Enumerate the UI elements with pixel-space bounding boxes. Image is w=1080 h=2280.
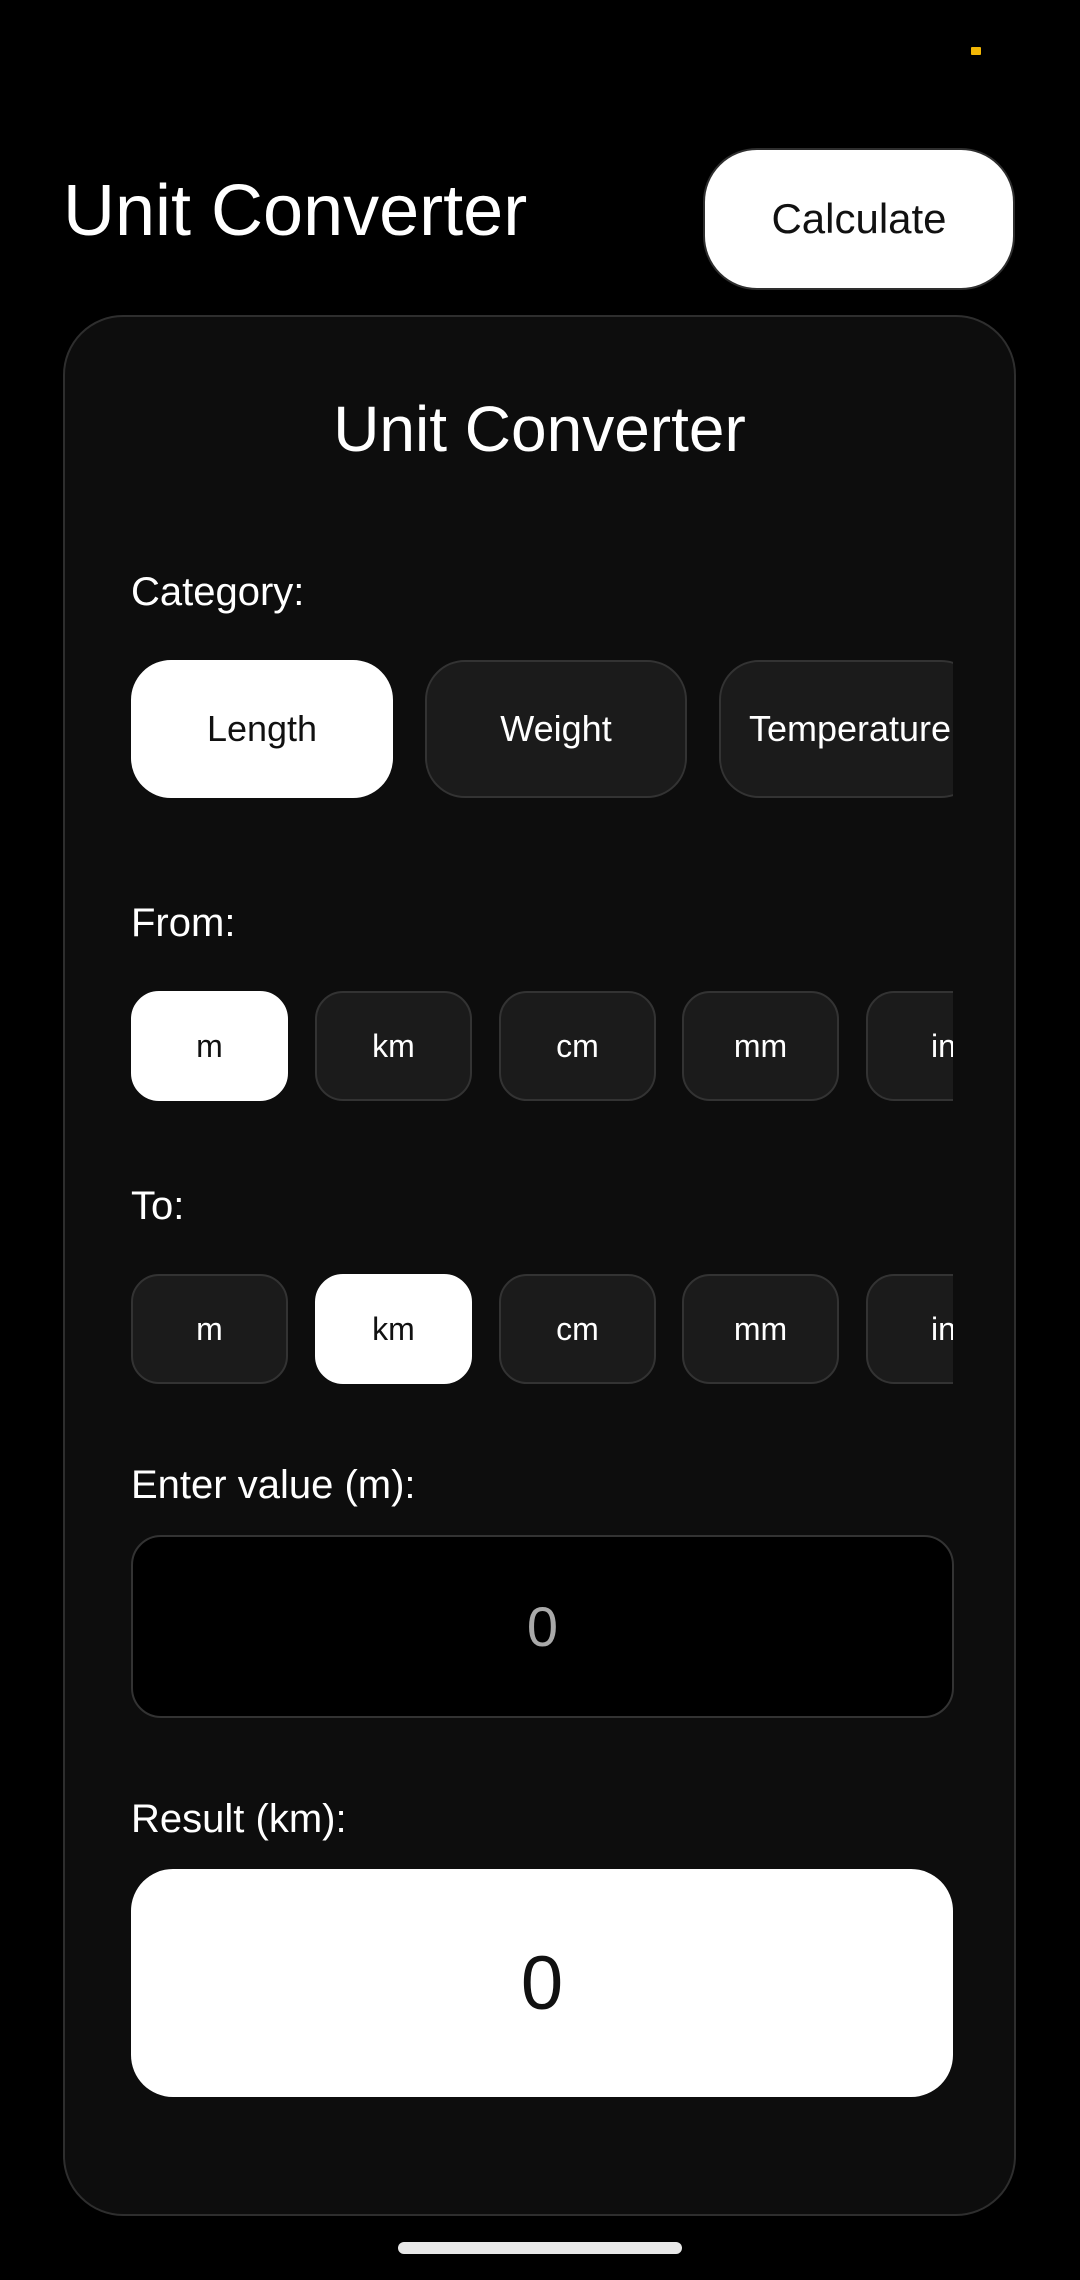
to-unit-m[interactable]: m xyxy=(131,1274,288,1384)
to-label: To: xyxy=(131,1184,185,1228)
value-input[interactable] xyxy=(131,1535,954,1718)
to-unit-mm[interactable]: mm xyxy=(682,1274,839,1384)
from-unit-cm[interactable]: cm xyxy=(499,991,656,1101)
from-label: From: xyxy=(131,901,236,945)
calculate-button[interactable]: Calculate xyxy=(703,148,1015,290)
status-indicator-icon xyxy=(971,47,981,55)
category-label: Category: xyxy=(131,570,305,614)
result-value: 0 xyxy=(131,1869,953,2097)
category-chip-temperature[interactable]: Temperature xyxy=(719,660,953,798)
from-unit-in[interactable]: in xyxy=(866,991,953,1101)
converter-card: Unit Converter Category: Length Weight T… xyxy=(63,315,1016,2216)
category-chip-weight[interactable]: Weight xyxy=(425,660,687,798)
to-unit-selector: m km cm mm in xyxy=(131,1274,953,1384)
from-unit-m[interactable]: m xyxy=(131,991,288,1101)
from-unit-km[interactable]: km xyxy=(315,991,472,1101)
result-label: Result (km): xyxy=(131,1797,347,1841)
app-title: Unit Converter xyxy=(63,171,528,251)
to-unit-in[interactable]: in xyxy=(866,1274,953,1384)
category-selector: Length Weight Temperature xyxy=(131,660,953,798)
category-chip-length[interactable]: Length xyxy=(131,660,393,798)
input-label: Enter value (m): xyxy=(131,1463,416,1507)
from-unit-mm[interactable]: mm xyxy=(682,991,839,1101)
from-unit-selector: m km cm mm in xyxy=(131,991,953,1101)
home-indicator[interactable] xyxy=(398,2242,682,2254)
to-unit-cm[interactable]: cm xyxy=(499,1274,656,1384)
to-unit-km[interactable]: km xyxy=(315,1274,472,1384)
card-title: Unit Converter xyxy=(333,393,746,465)
